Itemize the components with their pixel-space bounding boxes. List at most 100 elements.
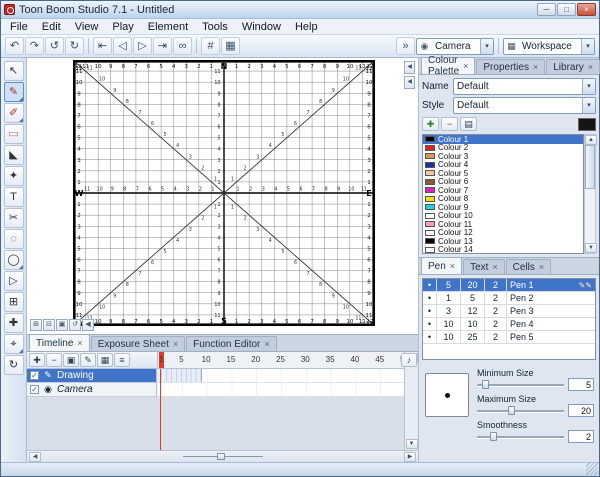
scroll-down-icon[interactable]: ▼ <box>406 439 418 449</box>
workspace-select[interactable]: ▦ Workspace ▾ <box>503 38 595 55</box>
remove-colour-button[interactable]: − <box>441 117 458 131</box>
playhead[interactable] <box>160 369 161 450</box>
previous-frame-button[interactable]: ◁ <box>113 37 132 55</box>
colour-row[interactable]: Colour 5 <box>423 169 583 178</box>
tab-close-icon[interactable]: × <box>533 62 538 72</box>
colour-row[interactable]: Colour 2 <box>423 144 583 153</box>
loop-button[interactable]: ∞ <box>173 37 192 55</box>
timeline-tab-timeline[interactable]: Timeline× <box>29 334 90 351</box>
zoom-tool[interactable]: ⌖ <box>4 334 24 354</box>
add-peg-element-button[interactable]: ▦ <box>97 353 113 367</box>
duplicate-element-button[interactable]: ▣ <box>63 353 79 367</box>
scrollbar-thumb[interactable] <box>585 145 595 189</box>
max-size-slider[interactable] <box>477 406 564 415</box>
pen-tab-pen[interactable]: Pen× <box>421 257 462 274</box>
tab-close-icon[interactable]: × <box>463 61 468 71</box>
titlebar[interactable]: Toon Boom Studio 7.1 - Untitled ─□× <box>1 1 599 19</box>
colour-row[interactable]: Colour 12 <box>423 229 583 238</box>
pencil-tool[interactable]: ✎ <box>4 82 24 102</box>
menu-edit[interactable]: Edit <box>35 20 68 34</box>
timeline-zoom-slider[interactable] <box>183 453 263 460</box>
field-chart[interactable]: 1111111111111111222222222222222233333333… <box>73 60 375 326</box>
sound-button[interactable]: ♪ <box>401 353 417 367</box>
grabber-tool[interactable]: ✚ <box>4 313 24 333</box>
dropdown-arrow-icon[interactable]: ▾ <box>582 98 595 113</box>
colour-row[interactable]: Colour 11 <box>423 220 583 229</box>
scroll-right-icon[interactable]: ▶ <box>404 452 416 462</box>
toolbar-overflow-button[interactable]: » <box>396 37 415 55</box>
rotate-view-tool[interactable]: ↻ <box>4 355 24 375</box>
colour-row[interactable]: Colour 9 <box>423 203 583 212</box>
scrollbar-track[interactable] <box>585 189 595 243</box>
timeline-track-row[interactable]: ✓◉Camera <box>27 383 404 397</box>
cutter-tool[interactable]: ✂ <box>4 208 24 228</box>
min-size-slider[interactable] <box>477 380 564 389</box>
text-tool[interactable]: T <box>4 187 24 207</box>
colour-row[interactable]: Colour 4 <box>423 161 583 170</box>
smoothness-slider-thumb[interactable] <box>490 432 497 441</box>
menu-tools[interactable]: Tools <box>195 20 235 34</box>
colour-row[interactable]: Colour 14 <box>423 246 583 255</box>
pen-row[interactable]: •3122Pen 3 <box>423 305 595 318</box>
colour-row[interactable]: Colour 3 <box>423 152 583 161</box>
contour-editor-tool[interactable]: ◌ <box>4 229 24 249</box>
tab-close-icon[interactable]: × <box>450 261 455 271</box>
max-size-value[interactable]: 20 <box>568 404 594 417</box>
scroll-down-icon[interactable]: ▼ <box>585 243 597 253</box>
scroll-up-icon[interactable]: ▲ <box>585 135 597 145</box>
maximize-button[interactable]: □ <box>557 3 576 16</box>
colour-row[interactable]: Colour 1 <box>423 135 583 144</box>
redo-button[interactable]: ↷ <box>25 37 44 55</box>
scroll-left-icon[interactable]: ◀ <box>29 452 41 462</box>
smoothness-slider[interactable] <box>477 432 564 441</box>
tab-close-icon[interactable]: × <box>77 338 82 348</box>
onion-skin-button[interactable]: ▦ <box>221 37 240 55</box>
element-menu-button[interactable]: ≡ <box>114 353 130 367</box>
tab-close-icon[interactable]: × <box>492 262 497 272</box>
new-colour-button[interactable]: ✚ <box>422 117 439 131</box>
eraser-tool[interactable]: ▭ <box>4 124 24 144</box>
next-frame-button[interactable]: ⇥ <box>153 37 172 55</box>
brush-tool[interactable]: ✐ <box>4 103 24 123</box>
delete-element-button[interactable]: − <box>46 353 62 367</box>
dropdown-arrow-icon[interactable]: ▾ <box>480 39 493 54</box>
timeline-tab-function-editor[interactable]: Function Editor× <box>186 336 277 351</box>
track-frames-cell[interactable] <box>157 369 404 383</box>
menu-file[interactable]: File <box>3 20 35 34</box>
palette-style-select[interactable]: Default ▾ <box>453 97 596 114</box>
track-visibility-checkbox[interactable]: ✓ <box>30 371 39 380</box>
tab-close-icon[interactable]: × <box>264 339 269 349</box>
top-view-button[interactable]: ⊞ <box>30 319 42 331</box>
resize-grip[interactable] <box>586 463 598 475</box>
rotate-ccw-button[interactable]: ↺ <box>45 37 64 55</box>
timeline-scrollbar[interactable]: ◀ ▶ <box>27 450 418 462</box>
tab-close-icon[interactable]: × <box>588 62 593 72</box>
minimize-button[interactable]: ─ <box>537 3 556 16</box>
dropdown-arrow-icon[interactable]: ▾ <box>582 79 595 94</box>
undo-button[interactable]: ↶ <box>5 37 24 55</box>
dropdown-arrow-icon[interactable]: ▾ <box>581 39 594 54</box>
pen-tab-text[interactable]: Text× <box>463 259 505 274</box>
transform-tool[interactable]: ⊞ <box>4 292 24 312</box>
track-name-cell[interactable]: ✓✎Drawing <box>27 369 157 383</box>
collapse-properties-button[interactable]: ◀ <box>404 76 415 89</box>
min-size-slider-thumb[interactable] <box>482 380 489 389</box>
add-drawing-element-button[interactable]: ✎ <box>80 353 96 367</box>
current-colour-swatch[interactable] <box>578 118 596 131</box>
add-element-button[interactable]: ✚ <box>29 353 45 367</box>
smoothness-value[interactable]: 2 <box>568 430 594 443</box>
collapse-right-panel-button[interactable]: ◀ <box>404 61 415 74</box>
palette-name-select[interactable]: Default ▾ <box>453 78 596 95</box>
colour-list-scrollbar[interactable]: ▲ ▼ <box>584 134 596 254</box>
close-button[interactable]: × <box>577 3 596 16</box>
tab-close-icon[interactable]: × <box>539 262 544 272</box>
colour-row[interactable]: Colour 13 <box>423 237 583 246</box>
side-view-button[interactable]: ⊟ <box>43 319 55 331</box>
rotate-cw-button[interactable]: ↻ <box>65 37 84 55</box>
play-button[interactable]: ▷ <box>133 37 152 55</box>
drawing-canvas[interactable]: 1111111111111111222222222222222233333333… <box>27 58 419 334</box>
collapse-timeline-button[interactable]: ◀ <box>82 319 94 331</box>
min-size-value[interactable]: 5 <box>568 378 594 391</box>
colour-row[interactable]: Colour 6 <box>423 178 583 187</box>
pen-row[interactable]: •152Pen 2 <box>423 292 595 305</box>
